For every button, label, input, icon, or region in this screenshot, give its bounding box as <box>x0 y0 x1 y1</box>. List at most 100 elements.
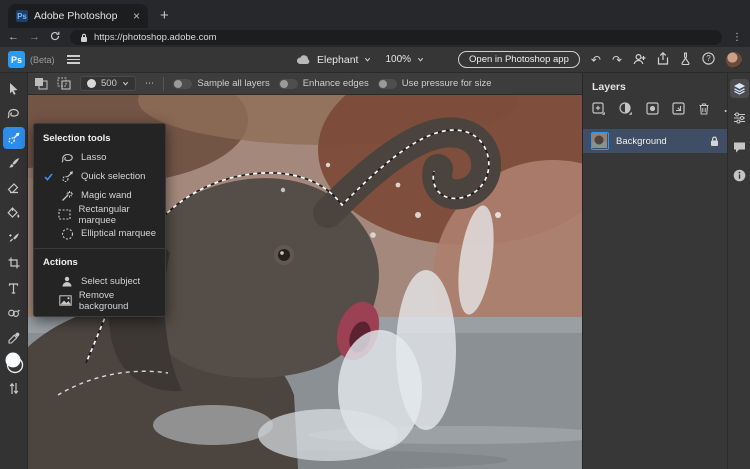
layer-thumbnail[interactable] <box>591 132 609 150</box>
flyout-item-select-subject[interactable]: Select subject <box>34 272 165 291</box>
account-avatar[interactable] <box>726 51 742 68</box>
sample-all-layers-toggle[interactable]: Sample all layers <box>173 78 270 89</box>
lasso-icon <box>60 152 74 163</box>
layers-toolbar: ⋯ <box>583 99 739 129</box>
lock-icon[interactable] <box>710 136 719 147</box>
document-switcher[interactable]: Elephant 100% <box>296 54 424 66</box>
browser-menu-icon[interactable]: ⋮ <box>732 32 742 43</box>
panels-rail <box>727 73 750 469</box>
flyout-section-title: Actions <box>43 257 78 268</box>
more-options-icon[interactable]: ⋯ <box>145 78 155 89</box>
layer-row-background[interactable]: Background <box>583 129 727 153</box>
cloud-icon <box>296 54 310 64</box>
clone-stamp-tool[interactable] <box>3 302 25 324</box>
adjustments-rail-icon[interactable] <box>730 108 749 127</box>
new-selection-mode-icon[interactable] <box>34 77 48 90</box>
move-tool[interactable] <box>3 77 25 99</box>
browser-window: Ps Adobe Photoshop × + ← → https://photo… <box>0 0 750 469</box>
flyout-section-title: Selection tools <box>43 133 111 144</box>
ps-body: 500 ⋯ Sample all layers Enhance edges Us… <box>0 73 750 469</box>
flyout-item-label: Magic wand <box>81 190 132 201</box>
forward-icon[interactable]: → <box>29 32 40 43</box>
toggle-label: Enhance edges <box>302 78 369 89</box>
toggle-label: Sample all layers <box>197 78 270 89</box>
quick-selection-tool[interactable] <box>2 127 25 149</box>
crop-tool[interactable] <box>3 252 25 274</box>
svg-text:?: ? <box>706 54 711 63</box>
layers-panel-title: Layers <box>592 81 626 93</box>
magic-wand-icon <box>60 190 74 202</box>
comments-rail-icon[interactable] <box>730 137 749 156</box>
tool-options-bar: 500 ⋯ Sample all layers Enhance edges Us… <box>28 73 582 95</box>
flyout-item-label: Remove background <box>78 289 129 312</box>
flyout-item-label: Lasso <box>81 152 107 163</box>
color-swatches[interactable] <box>3 352 25 374</box>
export-layer-icon[interactable] <box>672 102 685 120</box>
enhance-edges-toggle[interactable]: Enhance edges <box>278 78 369 89</box>
chevron-down-icon <box>122 81 128 86</box>
browser-tab[interactable]: Ps Adobe Photoshop × <box>8 4 148 28</box>
beta-label: (Beta) <box>30 54 55 65</box>
brush-tool[interactable] <box>3 152 25 174</box>
toggle-switch[interactable] <box>278 78 298 89</box>
back-icon[interactable]: ← <box>8 32 19 43</box>
close-tab-icon[interactable]: × <box>133 10 140 22</box>
flyout-item-label: Elliptical marquee <box>81 228 156 239</box>
eraser-tool[interactable] <box>3 177 25 199</box>
eyedropper-tool[interactable] <box>3 327 25 349</box>
flyout-item-label: Rectangular marquee <box>78 203 130 226</box>
layer-mask-icon[interactable] <box>646 102 659 120</box>
toggle-switch[interactable] <box>173 78 193 89</box>
invite-people-icon[interactable] <box>633 53 646 67</box>
new-tab-button[interactable]: + <box>160 7 169 24</box>
remove-background-icon <box>59 295 72 306</box>
ps-header: Ps (Beta) Elephant 100% Open in Photosho… <box>0 47 750 73</box>
document-name: Elephant <box>317 53 359 66</box>
flyout-item-remove-background[interactable]: Remove background <box>34 289 165 312</box>
delete-layer-icon[interactable] <box>698 102 710 120</box>
address-bar[interactable]: https://photoshop.adobe.com <box>70 30 722 45</box>
subtract-selection-mode-icon[interactable] <box>57 77 71 90</box>
lock-icon <box>81 33 87 42</box>
toggle-label: Use pressure for size <box>401 78 492 89</box>
header-actions: Open in Photoshop app ↶ ↷ ? <box>458 51 742 68</box>
redo-icon[interactable]: ↷ <box>612 54 622 66</box>
help-icon[interactable]: ? <box>702 52 715 67</box>
brush-size-dropdown[interactable]: 500 <box>80 76 136 91</box>
toggle-switch[interactable] <box>377 78 397 89</box>
browser-toolbar: ← → https://photoshop.adobe.com ⋮ <box>0 28 750 47</box>
selection-tools-flyout: Selection tools Lasso Quick selection Ma… <box>33 123 166 317</box>
beaker-icon[interactable] <box>680 52 691 67</box>
flyout-item-rectangular-marquee[interactable]: Rectangular marquee <box>34 203 165 226</box>
fill-tool[interactable] <box>3 202 25 224</box>
flyout-item-quick-selection[interactable]: Quick selection <box>34 167 165 186</box>
info-rail-icon[interactable] <box>730 166 749 185</box>
flyout-item-lasso[interactable]: Lasso <box>34 148 165 167</box>
rectangular-marquee-icon <box>58 209 72 220</box>
open-in-photoshop-button[interactable]: Open in Photoshop app <box>458 51 580 68</box>
reload-icon[interactable] <box>50 31 60 44</box>
photoshop-favicon: Ps <box>16 10 28 22</box>
divider <box>34 248 165 249</box>
type-tool[interactable] <box>3 277 25 299</box>
main-menu-icon[interactable] <box>66 55 80 64</box>
new-layer-icon[interactable] <box>592 102 606 120</box>
flyout-item-label: Select subject <box>81 276 141 287</box>
adjustment-layer-icon[interactable] <box>619 102 633 120</box>
select-subject-icon <box>60 276 74 287</box>
use-pressure-toggle[interactable]: Use pressure for size <box>377 78 492 89</box>
flyout-item-label: Quick selection <box>81 171 146 182</box>
swap-arrows-icon[interactable] <box>3 377 25 399</box>
share-icon[interactable] <box>657 51 669 67</box>
chevron-down-icon <box>417 57 424 62</box>
divider <box>163 76 165 91</box>
undo-icon[interactable]: ↶ <box>591 54 601 66</box>
browser-tabstrip: Ps Adobe Photoshop × + <box>0 0 750 28</box>
elliptical-marquee-icon <box>60 227 74 240</box>
flyout-item-elliptical-marquee[interactable]: Elliptical marquee <box>34 224 165 243</box>
layers-rail-icon[interactable] <box>729 79 749 98</box>
healing-brush-tool[interactable] <box>3 227 25 249</box>
tab-title: Adobe Photoshop <box>34 10 118 22</box>
flyout-item-magic-wand[interactable]: Magic wand <box>34 186 165 205</box>
lasso-tool[interactable] <box>3 102 25 124</box>
